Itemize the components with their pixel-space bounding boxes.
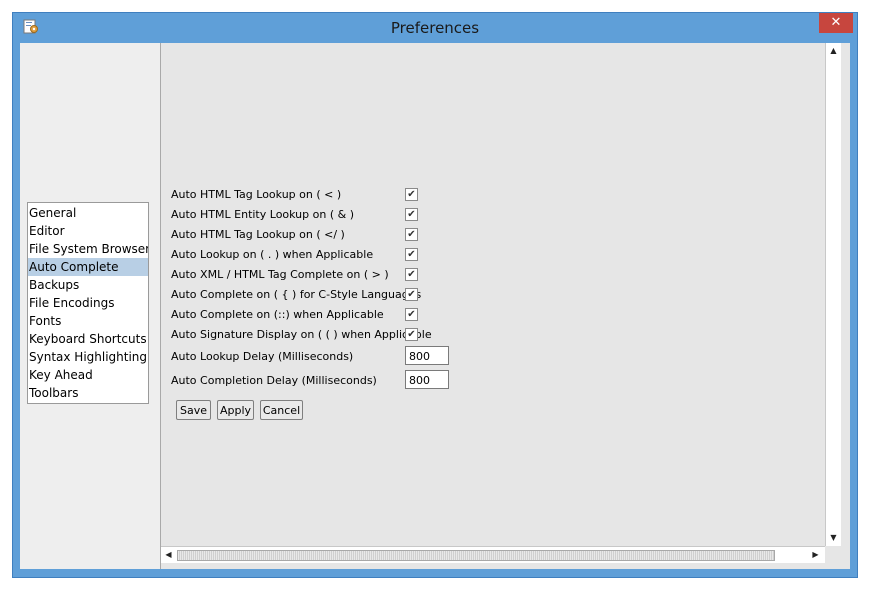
completion-delay-label: Auto Completion Delay (Milliseconds) [171,374,377,387]
category-item-toolbars[interactable]: Toolbars [28,384,148,402]
apply-button[interactable]: Apply [217,400,254,420]
option-label: Auto Complete on (::) when Applicable [171,308,384,321]
option-checkbox[interactable]: ✔ [405,208,418,221]
category-item-editor[interactable]: Editor [28,222,148,240]
lookup-delay-label: Auto Lookup Delay (Milliseconds) [171,350,354,363]
category-item-key-ahead[interactable]: Key Ahead [28,366,148,384]
horizontal-scroll-thumb[interactable] [177,550,775,561]
option-label: Auto Complete on ( { ) for C-Style Langu… [171,288,422,301]
window-title: Preferences [390,19,480,37]
cancel-button[interactable]: Cancel [260,400,303,420]
title-bar[interactable]: Preferences ✕ [13,13,857,43]
client-area: General Editor File System Browser Auto … [20,43,850,569]
scroll-right-icon[interactable]: ▶ [808,547,823,563]
option-checkbox[interactable]: ✔ [405,268,418,281]
option-label: Auto HTML Tag Lookup on ( </ ) [171,228,345,241]
option-label: Auto HTML Entity Lookup on ( & ) [171,208,354,221]
completion-delay-input[interactable]: 800 [405,370,449,389]
option-label: Auto Signature Display on ( ( ) when App… [171,328,432,341]
category-item-fonts[interactable]: Fonts [28,312,148,330]
vertical-scrollbar[interactable]: ▲ ▼ [825,43,841,546]
option-checkbox[interactable]: ✔ [405,248,418,261]
category-item-file-system-browser[interactable]: File System Browser [28,240,148,258]
option-label: Auto Lookup on ( . ) when Applicable [171,248,374,261]
option-checkbox[interactable]: ✔ [405,228,418,241]
preferences-window: Preferences ✕ General Editor File System… [12,12,858,578]
settings-pane: Auto HTML Tag Lookup on ( < ) ✔ Auto HTM… [161,43,850,569]
category-list[interactable]: General Editor File System Browser Auto … [27,202,149,404]
category-pane: General Editor File System Browser Auto … [20,43,161,569]
option-checkbox[interactable]: ✔ [405,288,418,301]
scrollbar-corner [825,546,840,562]
category-item-general[interactable]: General [28,204,148,222]
horizontal-scrollbar[interactable]: ◀ ▶ [161,546,825,563]
category-item-syntax-highlighting[interactable]: Syntax Highlighting [28,348,148,366]
option-label: Auto HTML Tag Lookup on ( < ) [171,188,342,201]
scroll-left-icon[interactable]: ◀ [161,547,176,563]
option-checkbox[interactable]: ✔ [405,188,418,201]
scroll-up-icon[interactable]: ▲ [826,43,841,59]
option-checkbox[interactable]: ✔ [405,328,418,341]
option-checkbox[interactable]: ✔ [405,308,418,321]
close-icon: ✕ [830,15,842,30]
close-button[interactable]: ✕ [819,13,853,33]
scroll-down-icon[interactable]: ▼ [826,530,841,546]
lookup-delay-input[interactable]: 800 [405,346,449,365]
category-item-file-encodings[interactable]: File Encodings [28,294,148,312]
category-item-keyboard-shortcuts[interactable]: Keyboard Shortcuts [28,330,148,348]
option-label: Auto XML / HTML Tag Complete on ( > ) [171,268,389,281]
category-item-backups[interactable]: Backups [28,276,148,294]
category-item-auto-complete[interactable]: Auto Complete [28,258,148,276]
save-button[interactable]: Save [176,400,211,420]
